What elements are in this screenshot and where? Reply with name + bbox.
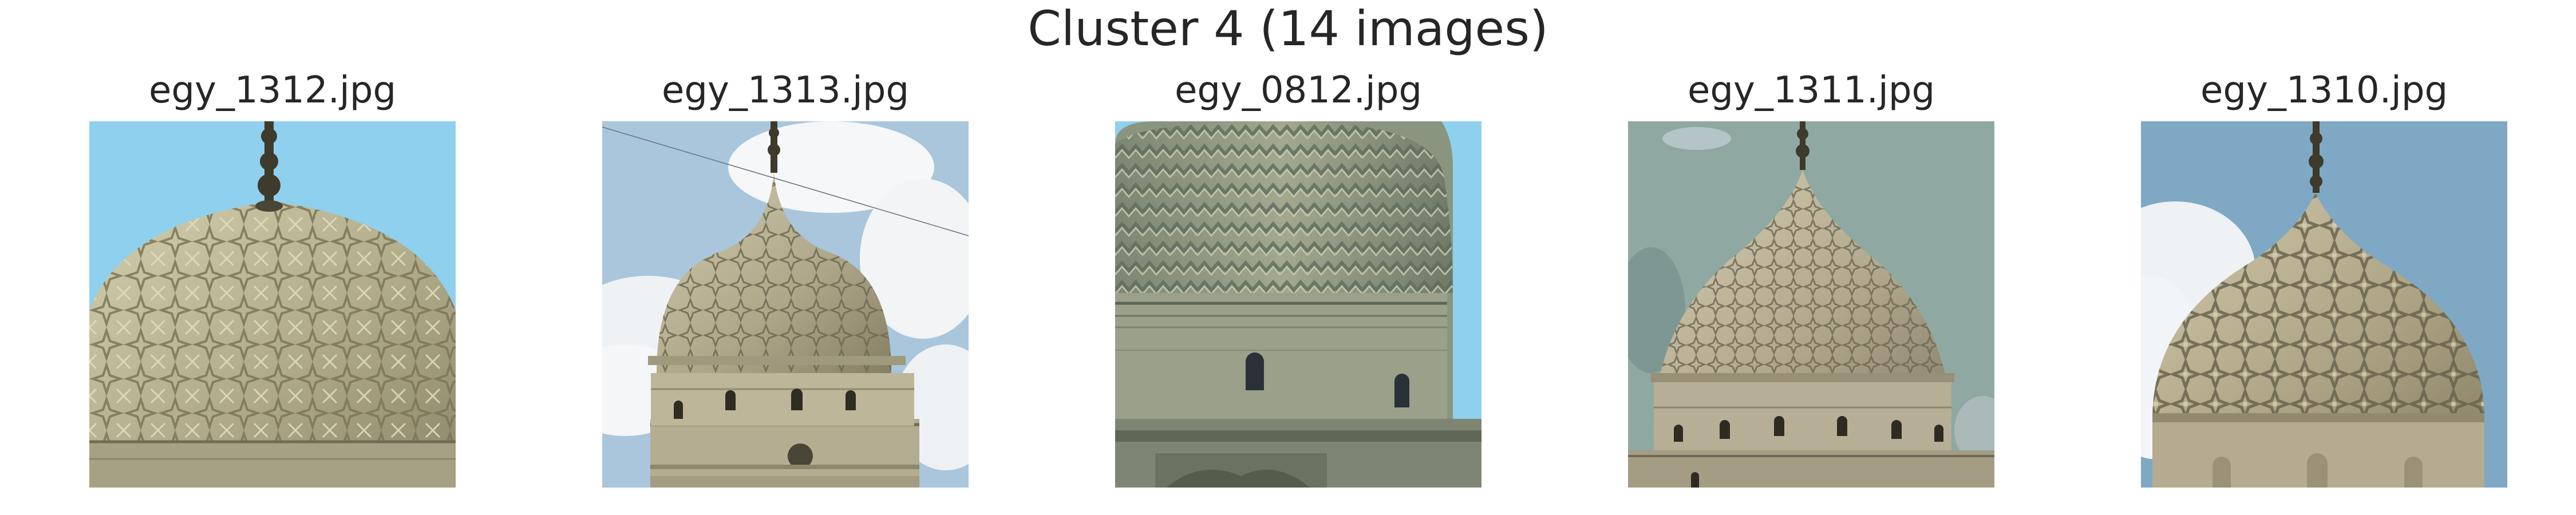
dome-photo-egy-1313: [602, 121, 969, 488]
image-panel-egy-1311: egy_1311.jpg: [1628, 64, 1994, 497]
dome-photo-egy-1312: [89, 121, 456, 488]
image-filename-label: egy_1312.jpg: [148, 69, 397, 112]
dome-photo-egy-0812: [1115, 121, 1481, 488]
figure-title: Cluster 4 (14 images): [1028, 1, 1548, 57]
image-panel-egy-1312: egy_1312.jpg: [89, 64, 456, 497]
image-filename-label: egy_1311.jpg: [1687, 69, 1935, 112]
dome-photo-egy-1311: [1628, 121, 1994, 488]
image-filename-label: egy_0812.jpg: [1174, 69, 1423, 112]
image-panel-egy-1310: egy_1310.jpg: [2141, 64, 2507, 497]
dome-photo-egy-1310: [2141, 121, 2507, 488]
image-filename-label: egy_1313.jpg: [661, 69, 910, 112]
image-panel-egy-0812: egy_0812.jpg: [1115, 64, 1481, 497]
image-panel-egy-1313: egy_1313.jpg: [602, 64, 969, 497]
image-filename-label: egy_1310.jpg: [2200, 69, 2448, 112]
